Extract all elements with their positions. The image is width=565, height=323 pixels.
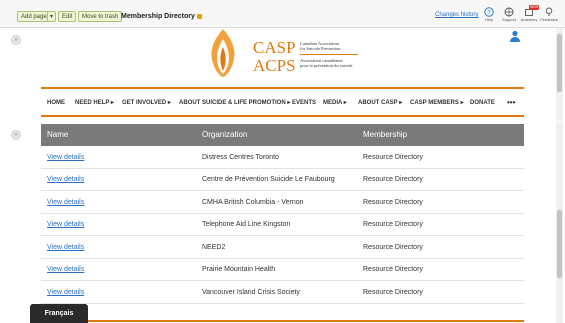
help-button[interactable]: ? Help [478,7,500,27]
nav-divider-bottom [41,115,524,117]
table-row: View details NEED2 Resource Directory [41,237,524,259]
organization-cell: Centre de Prévention Suicide Le Faubourg [202,176,335,183]
view-details-link[interactable]: View details [47,192,84,214]
editor-toolbar: Add page ▾ Edit Move to trash Membership… [0,0,565,28]
logo-acps-text: ACPS [253,56,296,75]
organization-cell: NEED2 [202,244,226,251]
language-toggle-button[interactable]: Français [30,304,88,323]
organization-cell: CMHA British Columbia - Vernon [202,199,304,206]
nav-item-about-casp[interactable]: ABOUT CASP ▸ [358,95,402,111]
page-title-text: Membership Directory [121,13,195,20]
changes-history-link[interactable]: Changes history [435,12,478,18]
footer-divider [41,320,524,322]
nav-item-events[interactable]: EVENTS [292,95,316,111]
membership-cell: Resource Directory [363,221,423,228]
main-navigation: HOME NEED HELP ▸ GET INVOLVED ▸ ABOUT SU… [41,95,524,111]
support-button[interactable]: Support [498,7,520,27]
table-row: View details Telephone Aid Line Kingston… [41,214,524,236]
help-icon: ? [484,7,494,17]
nav-item-donate[interactable]: DONATE [470,95,495,111]
page-title: Membership Directory [121,11,202,22]
table-header: Name Organization Membership [41,124,524,146]
academy-label: Academy [520,17,538,22]
view-details-link[interactable]: View details [47,282,84,304]
feedback-label: Feedback [540,17,558,22]
table-row: View details Prairie Mountain Health Res… [41,259,524,281]
logo-casp-text: CASP [253,38,296,57]
support-icon [504,7,514,17]
column-header-organization[interactable]: Organization [202,124,247,146]
nav-item-media[interactable]: MEDIA ▸ [323,95,347,111]
casp-logo[interactable]: CASP ACPS Canadian Association for Suici… [205,27,365,79]
nav-item-about-suicide[interactable]: ABOUT SUICIDE & LIFE PROMOTION ▸ [179,95,290,111]
nav-divider-top [41,87,524,89]
membership-cell: Resource Directory [363,176,423,183]
nav-item-home[interactable]: HOME [47,95,65,111]
organization-cell: Vancouver Island Crisis Society [202,289,300,296]
table-row: View details Centre de Prévention Suicid… [41,169,524,191]
content-scroll-thumb[interactable] [557,210,562,278]
logo-divider [300,54,358,55]
column-header-name[interactable]: Name [47,124,68,146]
membership-cell: Resource Directory [363,154,423,161]
view-details-link[interactable]: View details [47,237,84,259]
organization-cell: Telephone Aid Line Kingston [202,221,291,228]
feedback-icon [545,7,553,16]
column-header-membership[interactable]: Membership [363,124,407,146]
nav-more-icon[interactable]: ••• [507,95,515,111]
view-details-link[interactable]: View details [47,147,84,169]
table-row: View details Vancouver Island Crisis Soc… [41,282,524,304]
lock-icon [196,13,202,19]
nav-item-need-help[interactable]: NEED HELP ▸ [75,95,114,111]
membership-cell: Resource Directory [363,266,423,273]
feedback-button[interactable]: Feedback [538,7,560,27]
academy-button[interactable]: Academy NEW [518,5,540,27]
view-details-link[interactable]: View details [47,169,84,191]
nav-item-get-involved[interactable]: GET INVOLVED ▸ [122,95,171,111]
view-details-link[interactable]: View details [47,214,84,236]
section-handle-table[interactable]: » [11,130,21,140]
help-label: Help [484,17,494,22]
support-label: Support [501,17,516,22]
nav-item-casp-members[interactable]: CASP MEMBERS ▸ [410,95,464,111]
organization-cell: Prairie Mountain Health [202,266,276,273]
move-to-trash-button[interactable]: Move to trash [78,11,123,22]
membership-cell: Resource Directory [363,199,423,206]
add-page-button[interactable]: Add page [17,11,51,22]
membership-cell: Resource Directory [363,244,423,251]
user-account-icon[interactable] [509,30,521,42]
add-page-dropdown-button[interactable]: ▾ [47,11,57,22]
edit-button[interactable]: Edit [58,11,77,22]
header-scroll-thumb[interactable] [557,34,562,92]
membership-cell: Resource Directory [363,289,423,296]
logo-french-line2: pour la prévention du suicide [300,63,353,68]
table-row: View details CMHA British Columbia - Ver… [41,192,524,214]
section-handle-header[interactable]: » [11,35,21,45]
view-details-link[interactable]: View details [47,259,84,281]
table-row: View details Distress Centres Toronto Re… [41,147,524,169]
logo-english-line2: for Suicide Prevention [300,46,341,51]
flame-logo-icon [211,29,235,77]
organization-cell: Distress Centres Toronto [202,154,279,161]
